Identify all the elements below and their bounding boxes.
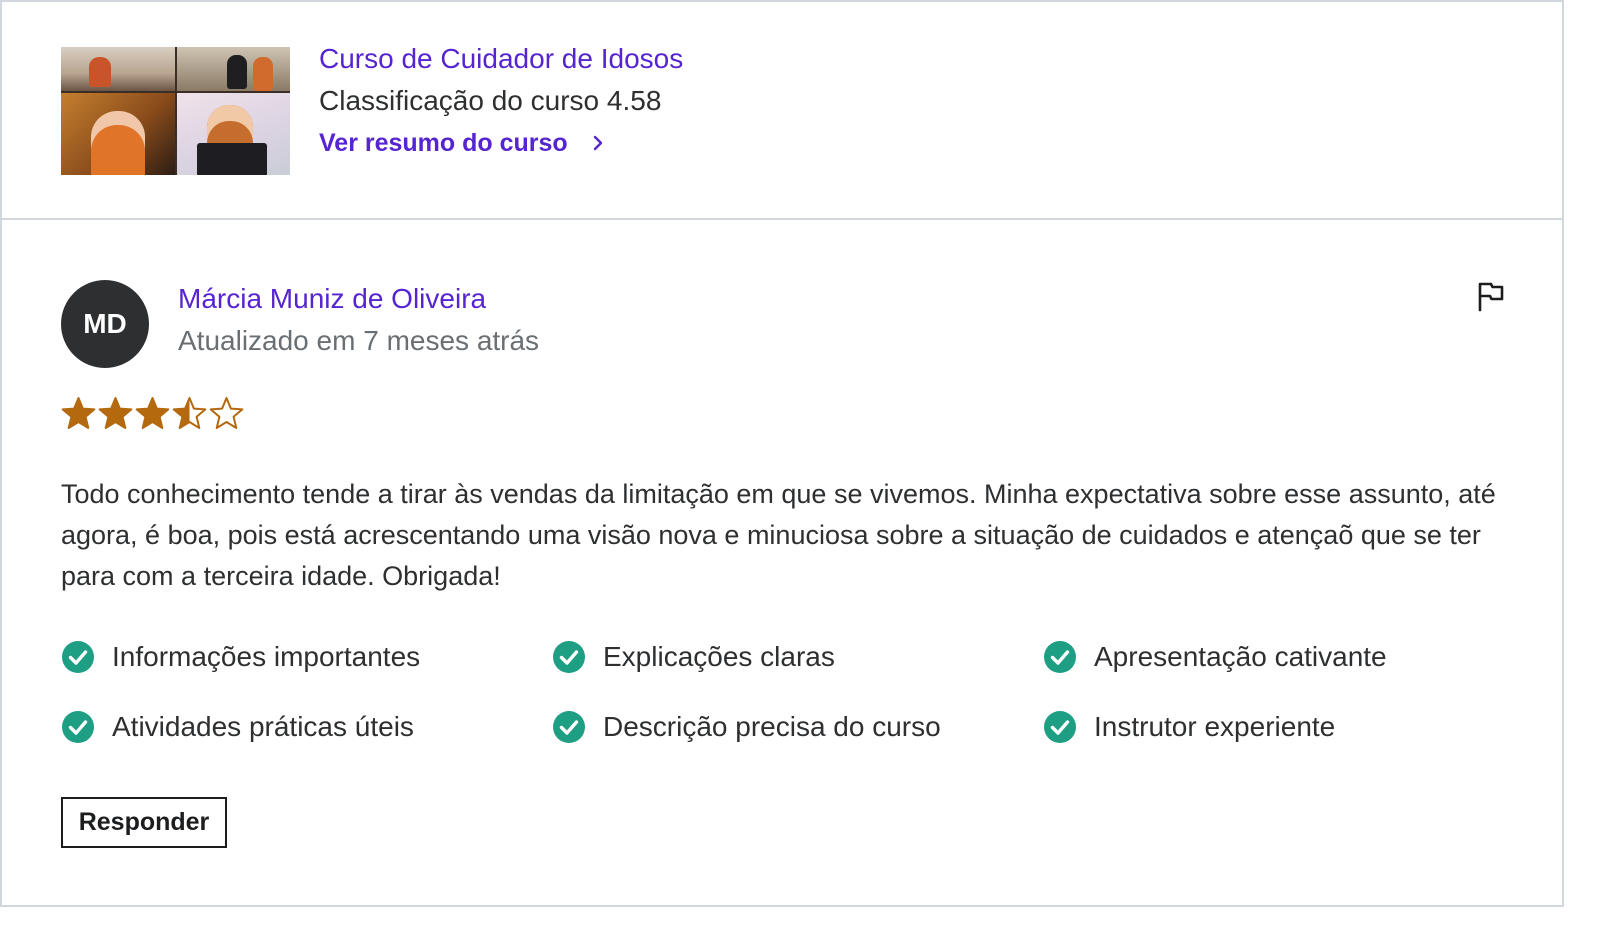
check-circle-icon bbox=[62, 640, 94, 673]
section-divider bbox=[0, 218, 1564, 220]
check-circle-icon bbox=[1044, 640, 1076, 673]
review-tag-label: Descrição precisa do curso bbox=[603, 711, 941, 742]
review-tag-label: Atividades práticas úteis bbox=[112, 711, 414, 742]
check-circle-icon bbox=[553, 710, 585, 743]
chevron-right-icon bbox=[593, 135, 602, 151]
review-tag-label: Explicações claras bbox=[603, 641, 835, 672]
star-rating bbox=[61, 396, 244, 431]
avatar: MD bbox=[61, 280, 149, 368]
thumbnail-tile bbox=[176, 47, 290, 91]
review-tag: Instrutor experiente bbox=[1043, 710, 1531, 743]
review-tag: Descrição precisa do curso bbox=[552, 710, 1043, 743]
review-tag: Explicações claras bbox=[552, 640, 1043, 673]
course-summary-label: Ver resumo do curso bbox=[319, 129, 568, 157]
star-full-icon bbox=[98, 397, 133, 429]
course-thumbnail-image[interactable] bbox=[61, 47, 290, 175]
star-half-icon bbox=[172, 397, 207, 429]
thumbnail-tile bbox=[61, 47, 175, 91]
course-summary-link[interactable]: Ver resumo do curso bbox=[319, 126, 606, 160]
review-tag-label: Informações importantes bbox=[112, 641, 421, 672]
course-rating: Classificação do curso 4.58 bbox=[319, 85, 662, 116]
review-tags: Informações importantes Explicações clar… bbox=[61, 640, 1531, 743]
course-title-link[interactable]: Curso de Cuidador de Idosos bbox=[319, 42, 683, 76]
reply-button[interactable]: Responder bbox=[61, 797, 227, 848]
review-tag-label: Apresentação cativante bbox=[1094, 641, 1387, 672]
star-full-icon bbox=[61, 397, 96, 429]
check-circle-icon bbox=[1044, 710, 1076, 743]
star-full-icon bbox=[135, 397, 170, 429]
star-empty-icon bbox=[209, 397, 244, 429]
check-circle-icon bbox=[62, 710, 94, 743]
thumbnail-tile bbox=[176, 93, 290, 175]
reviewer-name[interactable]: Márcia Muniz de Oliveira bbox=[178, 282, 486, 316]
thumbnail-tile bbox=[61, 93, 175, 175]
flag-icon[interactable] bbox=[1476, 280, 1506, 312]
review-date: Atualizado em 7 meses atrás bbox=[178, 325, 540, 356]
review-text: Todo conhecimento tende a tirar às venda… bbox=[61, 479, 1496, 591]
check-circle-icon bbox=[553, 640, 585, 673]
review-tag-label: Instrutor experiente bbox=[1094, 711, 1336, 742]
review-tag: Informações importantes bbox=[61, 640, 552, 673]
review-tag: Atividades práticas úteis bbox=[61, 710, 552, 743]
review-tag: Apresentação cativante bbox=[1043, 640, 1531, 673]
